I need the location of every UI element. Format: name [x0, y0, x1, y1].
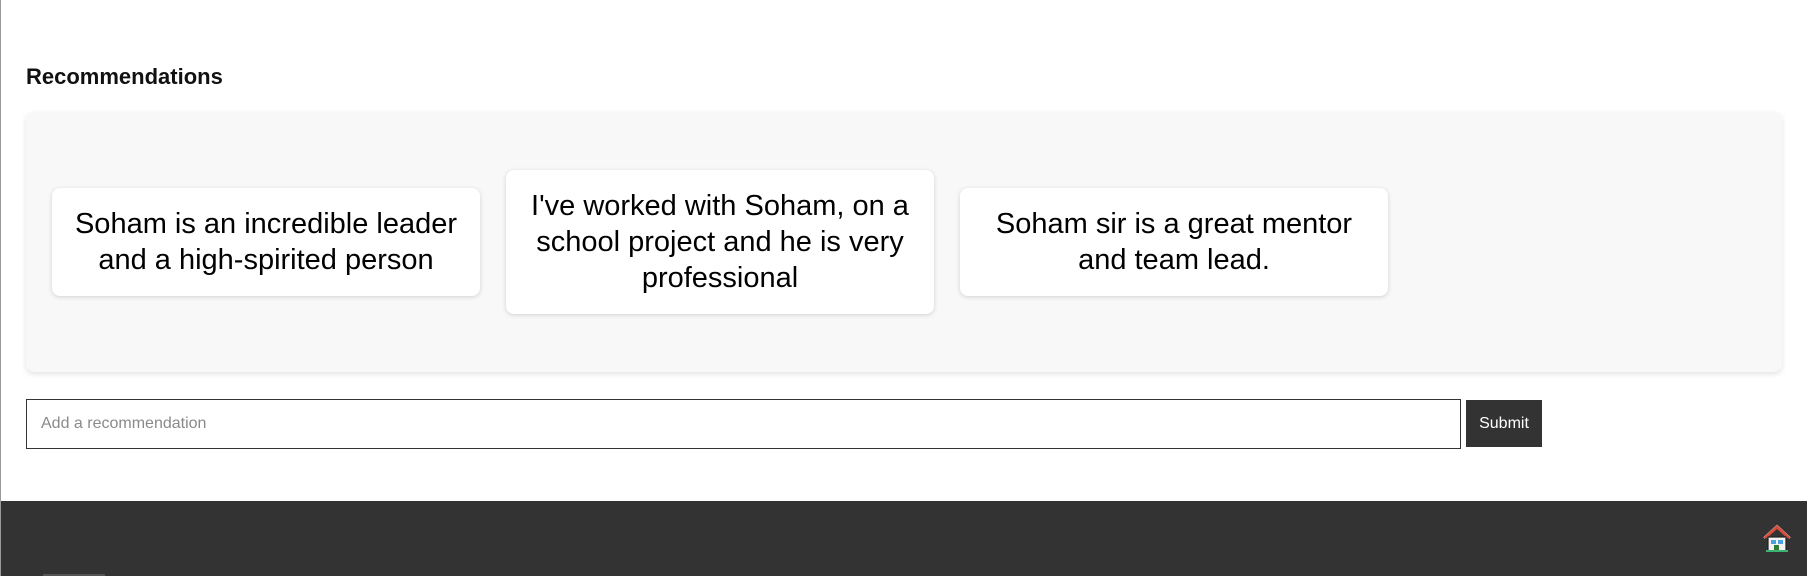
recommendation-card: I've worked with Soham, on a school proj… [506, 170, 934, 314]
recommendation-card: Soham is an incredible leader and a high… [52, 188, 480, 296]
recommendations-list: Soham is an incredible leader and a high… [26, 112, 1782, 372]
recommendation-card: Soham sir is a great mentor and team lea… [960, 188, 1388, 296]
recommendation-input[interactable] [26, 399, 1461, 449]
recommendation-form: Submit [26, 399, 1542, 449]
footer [1, 501, 1807, 576]
submit-button[interactable]: Submit [1466, 400, 1542, 447]
recommendations-title: Recommendations [26, 64, 223, 89]
page: Recommendations Soham is an incredible l… [0, 0, 1807, 576]
home-icon[interactable] [1760, 521, 1794, 555]
